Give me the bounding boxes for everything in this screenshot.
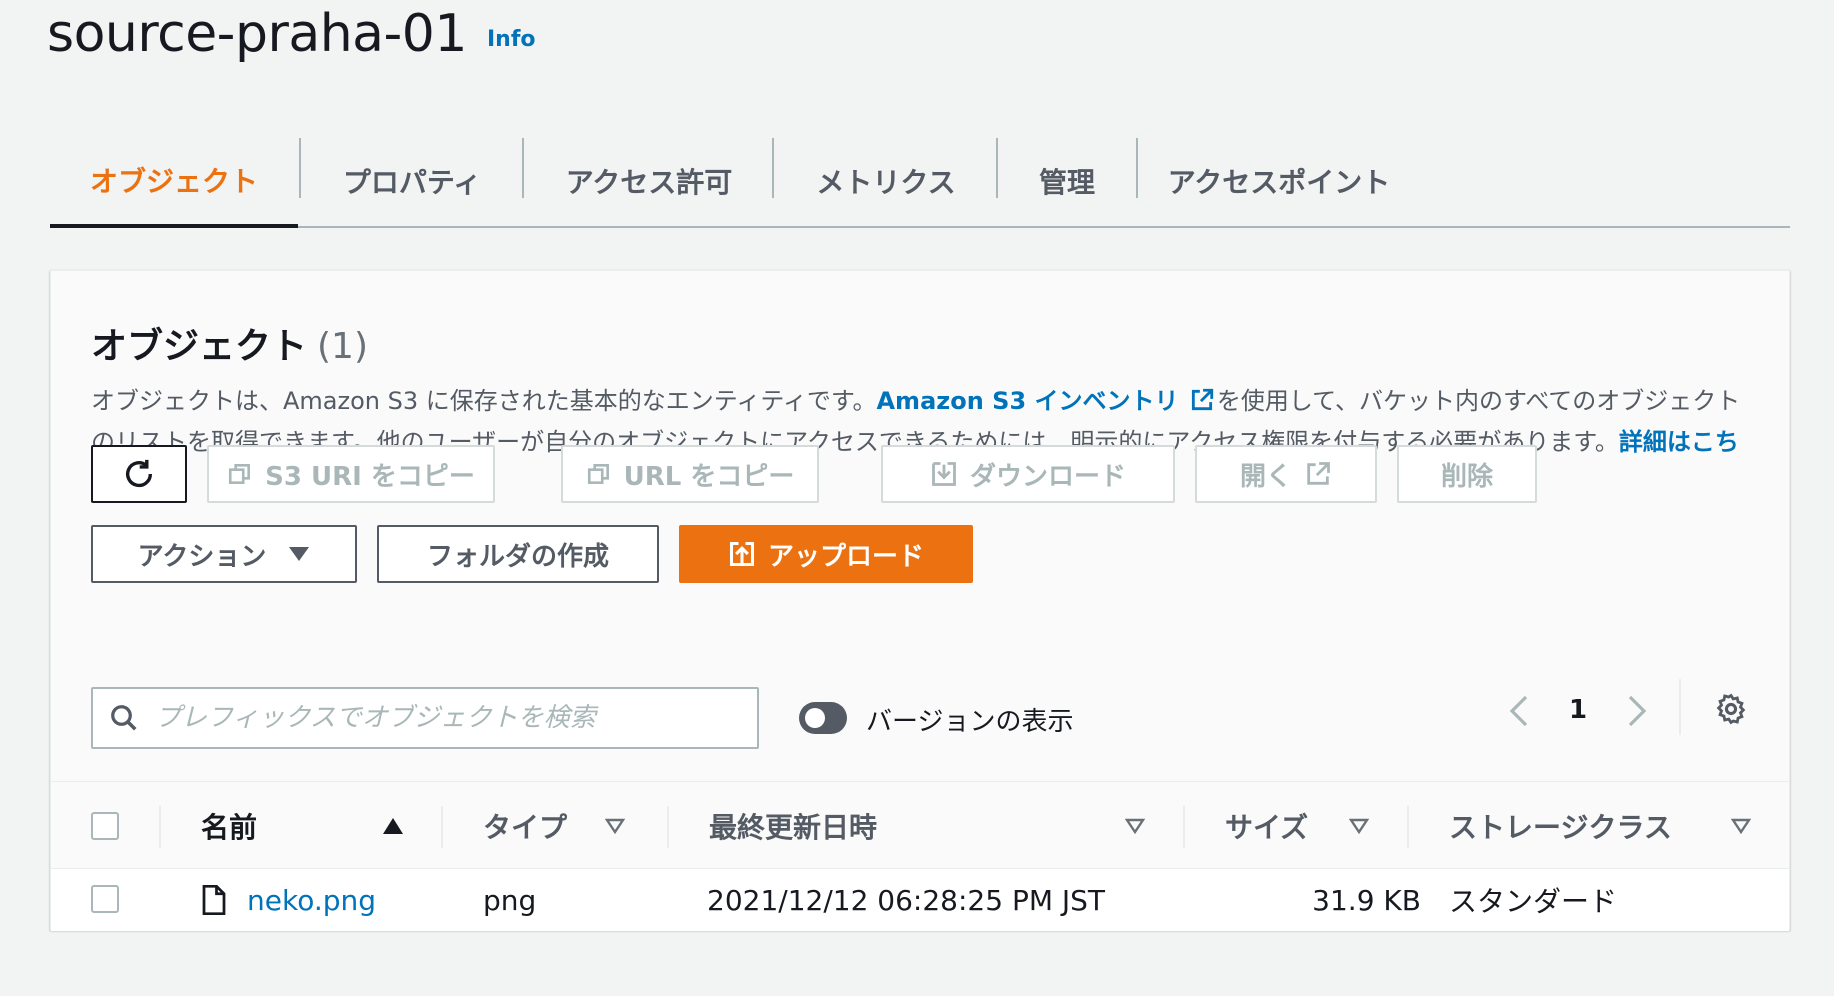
preferences-button[interactable] <box>1711 689 1751 729</box>
object-last-modified-cell: 2021/12/12 06:28:25 PM JST <box>707 883 1106 917</box>
table-header: 名前 タイプ 最終更新日時 サイズ ストレージクラス <box>51 781 1789 869</box>
inventory-link-label: Amazon S3 インベントリ <box>876 387 1179 415</box>
pager-divider <box>1679 679 1681 735</box>
info-link[interactable]: Info <box>487 27 536 52</box>
triangle-down-outline-icon <box>1731 818 1751 834</box>
column-divider <box>667 806 669 848</box>
sort-icon[interactable] <box>1727 812 1755 840</box>
download-icon <box>932 462 956 486</box>
external-link-icon <box>1191 388 1214 411</box>
bucket-title: source-praha-01 <box>47 4 467 64</box>
previous-page-button[interactable] <box>1499 691 1539 731</box>
tab-metrics[interactable]: メトリクス <box>774 136 998 226</box>
copy-url-button[interactable]: URL をコピー <box>561 445 819 503</box>
file-icon <box>202 885 226 915</box>
column-header-size[interactable]: サイズ <box>1225 782 1308 870</box>
sort-icon[interactable] <box>1121 812 1149 840</box>
triangle-down-outline-icon <box>605 818 625 834</box>
triangle-down-outline-icon <box>1125 818 1145 834</box>
open-button[interactable]: 開く <box>1195 445 1377 503</box>
column-header-name[interactable]: 名前 <box>201 782 257 870</box>
copy-url-label: URL をコピー <box>623 461 795 492</box>
object-storage-class-cell: スタンダード <box>1449 885 1618 918</box>
external-link-icon <box>1307 462 1330 485</box>
triangle-down-outline-icon <box>1349 818 1369 834</box>
object-name-cell: neko.png <box>201 869 376 931</box>
row-checkbox[interactable] <box>91 885 119 913</box>
object-count: (1) <box>317 326 369 367</box>
caret-down-icon <box>289 547 310 561</box>
upload-label: アップロード <box>767 541 924 572</box>
delete-button[interactable]: 削除 <box>1397 445 1537 503</box>
tab-permissions[interactable]: アクセス許可 <box>524 136 774 226</box>
chevron-right-icon <box>1628 695 1647 727</box>
tab-management[interactable]: 管理 <box>998 136 1136 226</box>
object-size-cell: 31.9 KB <box>1312 883 1421 917</box>
panel-heading: オブジェクト (1) <box>91 317 368 369</box>
toggle-knob <box>805 708 825 728</box>
current-page-number[interactable]: 1 <box>1569 695 1587 725</box>
column-header-type[interactable]: タイプ <box>483 782 567 870</box>
tab-objects[interactable]: オブジェクト <box>50 136 298 228</box>
download-label: ダウンロード <box>969 461 1126 492</box>
sort-ascending-icon[interactable] <box>379 812 407 840</box>
panel-heading-text: オブジェクト <box>91 326 308 367</box>
sort-icon[interactable] <box>1345 812 1373 840</box>
tab-properties[interactable]: プロパティ <box>301 136 523 226</box>
tab-access-points[interactable]: アクセスポイント <box>1138 136 1420 226</box>
open-label: 開く <box>1239 461 1292 492</box>
upload-button[interactable]: アップロード <box>679 525 973 583</box>
copy-icon <box>587 464 609 484</box>
copy-icon <box>229 464 251 484</box>
search-icon <box>111 705 137 731</box>
object-type-cell: png <box>483 883 537 917</box>
refresh-button[interactable] <box>91 445 187 503</box>
copy-s3-uri-button[interactable]: S3 URI をコピー <box>207 445 495 503</box>
objects-panel: オブジェクト (1) オブジェクトは、Amazon S3 に保存された基本的なエン… <box>50 270 1790 931</box>
table-row[interactable]: neko.png png 2021/12/12 06:28:25 PM JST … <box>51 869 1789 931</box>
column-header-last-modified[interactable]: 最終更新日時 <box>709 782 877 870</box>
copy-s3-uri-label: S3 URI をコピー <box>265 461 475 492</box>
actions-label: アクション <box>137 541 267 572</box>
create-folder-label: フォルダの作成 <box>426 541 609 572</box>
gear-icon <box>1716 693 1746 725</box>
refresh-icon <box>125 459 153 488</box>
select-all-checkbox[interactable] <box>91 812 119 840</box>
search-field[interactable] <box>91 687 759 749</box>
inventory-link[interactable]: Amazon S3 インベントリ <box>876 387 1216 415</box>
upload-icon <box>729 541 755 567</box>
column-divider <box>1407 806 1409 848</box>
triangle-up-icon <box>383 818 403 834</box>
description-text-1: オブジェクトは、Amazon S3 に保存された基本的なエンティティです。 <box>91 387 877 415</box>
show-versions-label: バージョンの表示 <box>866 707 1074 737</box>
column-divider <box>441 806 443 848</box>
delete-label: 削除 <box>1440 461 1493 492</box>
show-versions-toggle[interactable] <box>799 702 847 734</box>
sort-icon[interactable] <box>601 812 629 840</box>
column-header-storage-class[interactable]: ストレージクラス <box>1449 782 1672 870</box>
column-divider <box>159 806 161 848</box>
download-button[interactable]: ダウンロード <box>881 445 1175 503</box>
actions-dropdown[interactable]: アクション <box>91 525 357 583</box>
tab-bar: オブジェクト プロパティ アクセス許可 メトリクス 管理 アクセスポイント <box>50 136 1790 228</box>
chevron-left-icon <box>1509 695 1528 727</box>
object-name-link[interactable]: neko.png <box>247 884 376 917</box>
next-page-button[interactable] <box>1617 691 1657 731</box>
search-input[interactable] <box>155 703 715 733</box>
create-folder-button[interactable]: フォルダの作成 <box>377 525 659 583</box>
column-divider <box>1183 806 1185 848</box>
